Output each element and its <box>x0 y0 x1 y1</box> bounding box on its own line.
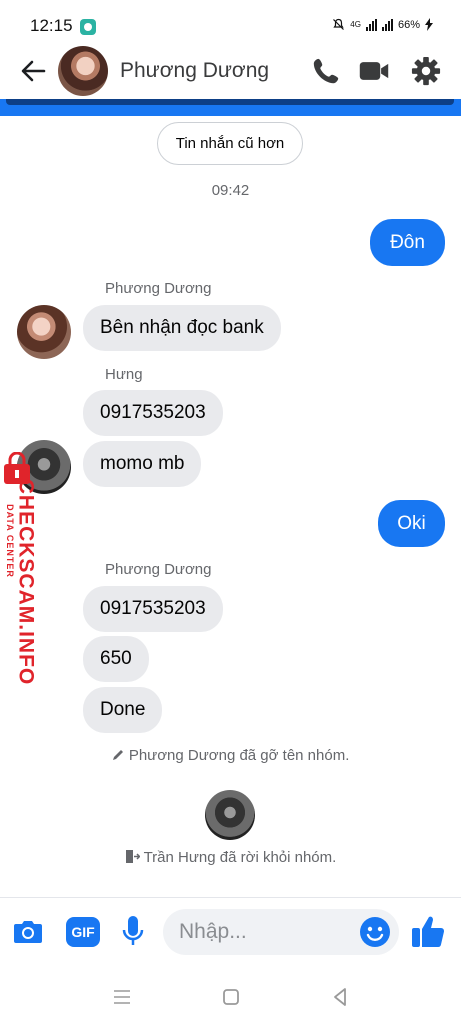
recent-apps-icon[interactable] <box>110 985 134 1009</box>
battery-level: 66% <box>397 18 420 31</box>
message-bubble-incoming[interactable]: 0917535203 <box>83 390 223 436</box>
system-message: Trần Hưng đã rời khỏi nhóm. <box>0 849 461 866</box>
gear-icon[interactable] <box>410 56 442 86</box>
sender-name: Phương Dương <box>105 561 212 578</box>
sender-name: Hưng <box>105 366 143 383</box>
message-bubble-incoming[interactable]: 0917535203 <box>83 586 223 632</box>
header-divider-inner <box>6 99 454 105</box>
message-bubble-incoming[interactable]: momo mb <box>83 441 202 487</box>
status-time: 12:15 <box>30 16 73 35</box>
camera-icon[interactable] <box>12 914 44 948</box>
system-message-text: Phương Dương đã gỡ tên nhóm. <box>128 747 350 764</box>
gif-button[interactable]: GIF <box>66 917 100 947</box>
sender-name: Phương Dương <box>105 280 212 297</box>
message-composer[interactable] <box>163 909 399 955</box>
emoji-icon[interactable] <box>359 916 391 948</box>
message-bubble-outgoing[interactable]: Oki <box>378 500 445 547</box>
contact-name[interactable]: Phương Dương <box>120 59 269 83</box>
status-indicators: 4G 66% <box>332 18 433 31</box>
system-message: Phương Dương đã gỡ tên nhóm. <box>0 747 461 764</box>
contact-avatar[interactable] <box>58 46 108 96</box>
older-messages-button[interactable]: Tin nhắn cũ hơn <box>157 122 303 165</box>
video-camera-icon[interactable] <box>358 56 390 86</box>
back-nav-icon[interactable] <box>328 985 352 1009</box>
microphone-icon[interactable] <box>117 914 149 948</box>
message-bubble-outgoing[interactable]: Đôn <box>370 219 445 266</box>
signal-icon <box>365 18 377 31</box>
back-arrow-icon[interactable] <box>18 56 48 86</box>
mute-bell-icon <box>333 18 345 30</box>
phone-icon[interactable] <box>310 56 342 86</box>
status-bar: 12:15 4G 66% <box>0 0 461 52</box>
home-icon[interactable] <box>219 985 243 1009</box>
sender-avatar[interactable] <box>17 305 71 359</box>
system-message-text: Trần Hưng đã rời khỏi nhóm. <box>143 849 337 866</box>
message-bubble-incoming[interactable]: Done <box>83 687 163 733</box>
message-notification-icon <box>80 19 96 35</box>
watermark-title: CHECKSCAM.INFO <box>14 478 38 686</box>
charging-bolt-icon <box>425 18 433 31</box>
thumbs-up-icon[interactable] <box>410 912 446 950</box>
exit-door-icon <box>125 850 141 863</box>
pencil-icon <box>112 750 123 760</box>
message-timestamp: 09:42 <box>211 182 250 199</box>
composer-divider <box>0 897 461 898</box>
network-type: 4G <box>350 20 361 29</box>
signal-icon-2 <box>381 18 393 31</box>
message-bubble-incoming[interactable]: 650 <box>83 636 149 682</box>
message-bubble-incoming[interactable]: Bên nhận đọc bank <box>83 305 281 351</box>
member-avatar[interactable] <box>205 790 255 840</box>
message-input[interactable] <box>179 909 349 955</box>
